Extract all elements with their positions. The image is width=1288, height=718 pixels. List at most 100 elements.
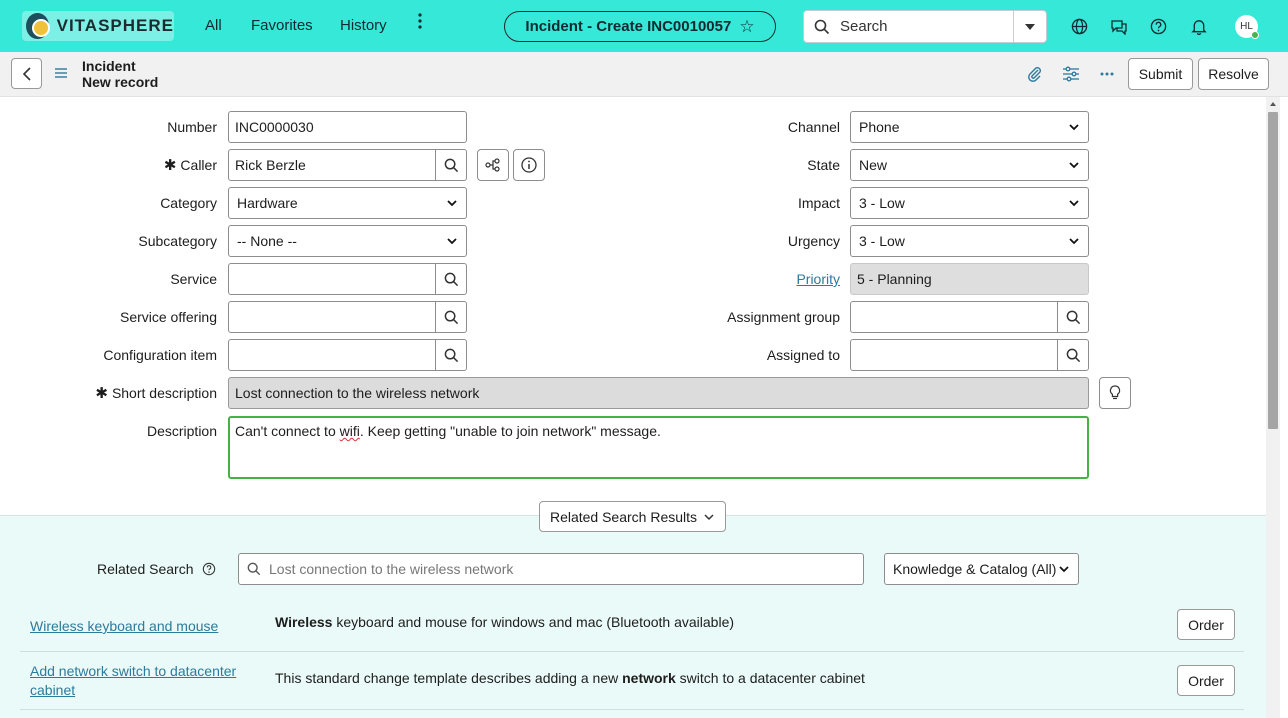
brand-name: VITASPHERE: [56, 16, 174, 35]
short-description-label: ✱ Short description: [20, 383, 217, 403]
back-button[interactable]: [11, 58, 42, 89]
result-title-link[interactable]: Wireless keyboard and mouse: [30, 617, 250, 636]
assignment-group-field[interactable]: [850, 301, 1058, 333]
assigned-to-field[interactable]: [850, 339, 1058, 371]
chat-icon[interactable]: [1109, 16, 1129, 36]
result-desc-bold: network: [622, 670, 676, 686]
short-description-field[interactable]: Lost connection to the wireless network: [228, 377, 1089, 409]
top-navigation: VITASPHERE All Favorites History Inciden…: [0, 0, 1288, 52]
logo-globe-icon: [26, 13, 50, 39]
related-search-section: Related Search Results Related Search Lo…: [0, 501, 1266, 718]
related-scope-select[interactable]: Knowledge & Catalog (All): [884, 553, 1079, 585]
urgency-select[interactable]: 3 - Low: [850, 225, 1089, 257]
search-icon: [444, 272, 458, 286]
subcategory-select[interactable]: -- None --: [228, 225, 467, 257]
urgency-label: Urgency: [787, 233, 840, 249]
state-label: State: [807, 157, 840, 173]
configuration-item-field[interactable]: [228, 339, 436, 371]
category-select[interactable]: Hardware: [228, 187, 467, 219]
caller-info-button[interactable]: [513, 149, 545, 181]
chevron-down-icon: [447, 238, 457, 245]
description-field[interactable]: Can't connect to wifi. Keep getting "una…: [228, 416, 1089, 479]
bell-icon[interactable]: [1189, 16, 1209, 36]
related-search-label: Related Search: [97, 561, 194, 577]
service-field[interactable]: [228, 263, 436, 295]
required-icon: ✱: [163, 157, 177, 174]
chevron-down-icon: [1069, 162, 1079, 169]
help-icon[interactable]: [1148, 16, 1168, 36]
caller-lookup-button[interactable]: [435, 149, 467, 181]
short-description-label-text: Short description: [111, 385, 217, 401]
priority-label[interactable]: Priority: [640, 269, 840, 289]
attachment-icon[interactable]: [1026, 65, 1044, 83]
user-avatar[interactable]: HL: [1235, 15, 1259, 39]
number-label: Number: [167, 119, 217, 135]
state-select[interactable]: New: [850, 149, 1089, 181]
related-search-placeholder: Lost connection to the wireless network: [269, 561, 514, 577]
result-description: This standard change template describes …: [275, 670, 865, 686]
search-label: Search: [840, 18, 888, 35]
priority-link[interactable]: Priority: [796, 271, 840, 287]
related-scope-value: Knowledge & Catalog (All): [893, 561, 1057, 577]
chevron-down-icon: [1069, 238, 1079, 245]
search-icon: [444, 348, 458, 362]
more-horizontal-icon[interactable]: [1098, 65, 1116, 83]
chevron-down-icon: [1069, 124, 1079, 131]
caller-label-text: Caller: [180, 157, 217, 173]
subcategory-label: Subcategory: [138, 233, 217, 249]
result-row: Wireless keyboard and mouse Wireless key…: [20, 602, 1244, 652]
brand-logo[interactable]: VITASPHERE: [22, 11, 174, 41]
service-offering-lookup-button[interactable]: [435, 301, 467, 333]
description-text-2: . Keep getting "unable to join network" …: [359, 423, 661, 439]
more-vertical-icon[interactable]: [412, 13, 428, 37]
search-icon: [1066, 310, 1080, 324]
order-button[interactable]: Order: [1177, 665, 1235, 696]
caller-hierarchy-button[interactable]: [477, 149, 509, 181]
service-offering-field[interactable]: [228, 301, 436, 333]
search-icon: [247, 562, 261, 576]
channel-select[interactable]: Phone: [850, 111, 1089, 143]
nav-favorites[interactable]: Favorites: [251, 17, 313, 34]
personalize-icon[interactable]: [1062, 65, 1080, 83]
context-title: Incident - Create INC0010057: [525, 18, 732, 35]
channel-label: Channel: [787, 119, 840, 135]
chevron-left-icon: [22, 66, 31, 81]
global-search[interactable]: Search: [803, 10, 1047, 43]
context-menu-icon[interactable]: [55, 67, 67, 79]
service-lookup-button[interactable]: [435, 263, 467, 295]
resolve-button[interactable]: Resolve: [1198, 58, 1269, 90]
impact-select[interactable]: 3 - Low: [850, 187, 1089, 219]
result-title-link[interactable]: Add network switch to datacenter cabinet: [30, 662, 250, 700]
number-field[interactable]: INC0000030: [228, 111, 467, 143]
result-desc-bold: Wireless: [275, 614, 333, 630]
category-label: Category: [160, 195, 217, 211]
description-label: Description: [146, 423, 217, 439]
lightbulb-icon: [1109, 385, 1121, 400]
assigned-to-lookup-button[interactable]: [1057, 339, 1089, 371]
record-name: New record: [82, 74, 159, 90]
nav-history[interactable]: History: [340, 17, 387, 34]
globe-icon[interactable]: [1069, 16, 1089, 36]
star-icon[interactable]: ☆: [739, 17, 754, 37]
order-button[interactable]: Order: [1177, 609, 1235, 640]
scroll-up-arrow-icon[interactable]: [1268, 100, 1278, 108]
suggestion-button[interactable]: [1099, 377, 1131, 409]
nav-all[interactable]: All: [205, 17, 222, 34]
help-icon[interactable]: [202, 562, 216, 576]
search-scope-dropdown[interactable]: [1013, 11, 1046, 42]
submit-button[interactable]: Submit: [1128, 58, 1193, 90]
assignment-group-lookup-button[interactable]: [1057, 301, 1089, 333]
incident-form: Number INC0000030 ✱ Caller Rick Berzle Ca…: [0, 97, 1266, 515]
impact-value: 3 - Low: [859, 195, 905, 211]
category-value: Hardware: [237, 195, 298, 211]
impact-label: Impact: [797, 195, 840, 211]
configuration-item-lookup-button[interactable]: [435, 339, 467, 371]
table-name: Incident: [82, 58, 136, 74]
result-row: Add network switch to datacenter cabinet…: [20, 652, 1244, 710]
scrollbar-thumb[interactable]: [1268, 112, 1278, 429]
related-search-toggle[interactable]: Related Search Results: [539, 501, 726, 532]
related-search-input[interactable]: Lost connection to the wireless network: [238, 553, 864, 585]
result-description: Wireless keyboard and mouse for windows …: [275, 614, 734, 630]
caller-field[interactable]: Rick Berzle: [228, 149, 436, 181]
context-title-pill[interactable]: Incident - Create INC0010057 ☆: [504, 11, 776, 42]
